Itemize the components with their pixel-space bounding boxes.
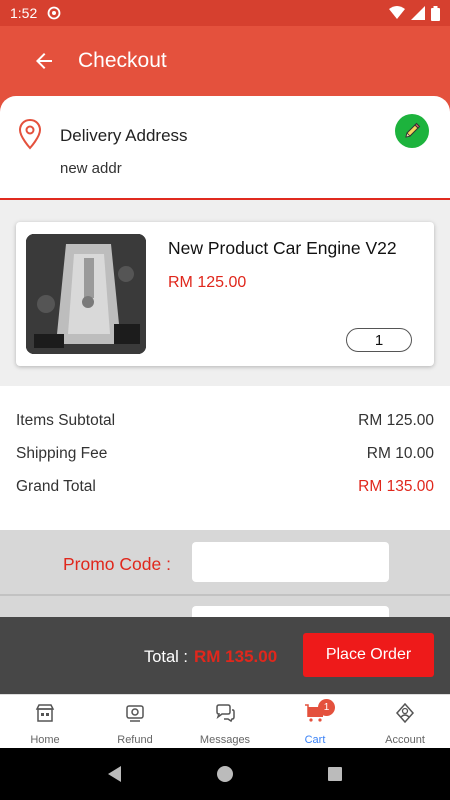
- product-card[interactable]: New Product Car Engine V22 RM 125.00 1: [16, 222, 434, 366]
- tab-refund[interactable]: Refund: [90, 695, 180, 748]
- tab-messages[interactable]: Messages: [180, 695, 270, 748]
- product-name: New Product Car Engine V22: [168, 238, 397, 258]
- store-icon: [35, 704, 55, 722]
- total-value: RM 135.00: [194, 647, 278, 666]
- at-sign-icon: [47, 6, 61, 20]
- grand-total-label: Grand Total: [16, 478, 96, 495]
- nav-back-button[interactable]: [95, 754, 135, 794]
- product-price: RM 125.00: [168, 274, 247, 291]
- tab-account[interactable]: Account: [360, 695, 450, 748]
- battery-icon: [431, 5, 440, 21]
- account-icon: [395, 702, 415, 724]
- total-label: Total :: [144, 648, 189, 666]
- delivery-address-section: Delivery Address new addr: [0, 96, 450, 200]
- subtotal-row: Items Subtotal RM 125.00: [16, 412, 434, 430]
- tab-account-label: Account: [385, 734, 425, 746]
- checkout-footer: Total : RM 135.00 Place Order: [0, 617, 450, 694]
- back-button[interactable]: [14, 31, 74, 91]
- shipping-label: Shipping Fee: [16, 445, 108, 462]
- app-bar: Checkout: [0, 26, 450, 96]
- tab-refund-label: Refund: [117, 734, 153, 746]
- circle-home-icon: [217, 766, 233, 782]
- shipping-row: Shipping Fee RM 10.00: [16, 445, 434, 463]
- subtotal-value: RM 125.00: [358, 412, 434, 429]
- signal-icon: [411, 6, 425, 20]
- refund-icon: [126, 705, 144, 722]
- order-summary: Items Subtotal RM 125.00 Shipping Fee RM…: [0, 386, 450, 530]
- wifi-icon: [389, 6, 405, 19]
- tab-home-label: Home: [30, 734, 60, 746]
- status-time: 1:52: [10, 5, 38, 21]
- triangle-back-icon: [108, 766, 121, 782]
- cart-badge: 1: [318, 699, 335, 716]
- tab-cart[interactable]: 1 Cart: [270, 695, 360, 748]
- promo-divider: [0, 594, 450, 596]
- pencil-icon: [405, 122, 421, 138]
- tab-cart-label: Cart: [304, 734, 326, 746]
- delivery-address-value: new addr: [60, 160, 122, 177]
- checkout-sheet: Delivery Address new addr New Product Ca…: [0, 96, 450, 696]
- edit-address-button[interactable]: [395, 114, 429, 148]
- tab-home[interactable]: Home: [0, 695, 90, 748]
- nav-recents-button[interactable]: [315, 754, 355, 794]
- quantity-field[interactable]: 1: [346, 328, 412, 352]
- delivery-address-label: Delivery Address: [60, 126, 188, 145]
- product-image: [26, 234, 146, 354]
- nav-home-button[interactable]: [205, 754, 245, 794]
- quantity-value: 1: [374, 331, 384, 349]
- shipping-value: RM 10.00: [366, 445, 434, 462]
- status-bar: 1:52: [0, 0, 450, 26]
- place-order-button[interactable]: Place Order: [303, 633, 434, 677]
- chat-icon: [216, 704, 235, 723]
- grand-total-value: RM 135.00: [358, 478, 434, 495]
- grand-total-row: Grand Total RM 135.00: [16, 478, 434, 496]
- location-pin-icon: [18, 118, 42, 150]
- product-area: New Product Car Engine V22 RM 125.00 1: [0, 202, 450, 386]
- tab-messages-label: Messages: [199, 734, 251, 746]
- page-title: Checkout: [78, 49, 167, 72]
- bottom-tab-bar: Home Refund Messages 1 Cart Account: [0, 694, 450, 748]
- subtotal-label: Items Subtotal: [16, 412, 116, 429]
- promo-code-input[interactable]: [192, 542, 389, 582]
- square-recents-icon: [328, 767, 342, 781]
- promo-code-label: Promo Code :: [63, 554, 171, 574]
- arrow-left-icon: [36, 53, 52, 69]
- system-nav-bar: [0, 748, 450, 800]
